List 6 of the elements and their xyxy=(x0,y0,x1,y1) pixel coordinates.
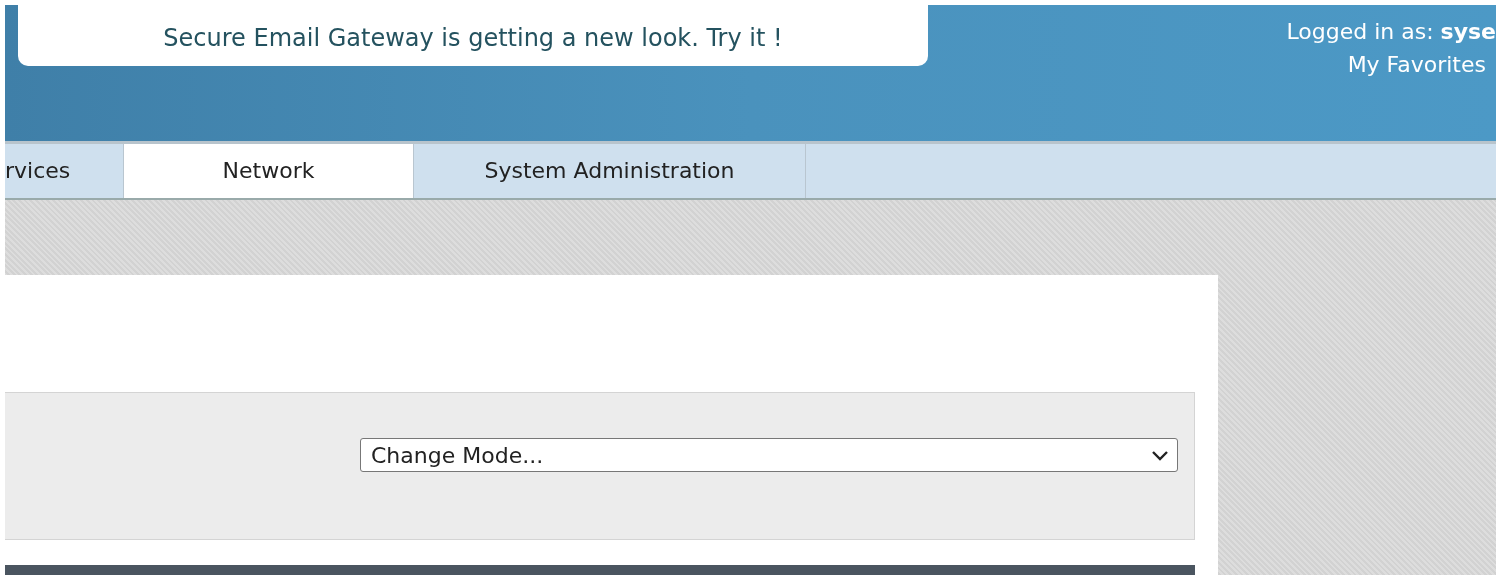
nav-tab[interactable]: Network xyxy=(124,143,414,198)
announcement-banner[interactable]: Secure Email Gateway is getting a new look. Try it ! xyxy=(18,5,928,66)
mode-dropdown[interactable]: Change Mode... xyxy=(360,438,1178,472)
nav-tab[interactable]: rvices xyxy=(5,143,124,198)
logged-in-user: Logged in as: syse xyxy=(1286,19,1496,44)
chevron-down-icon xyxy=(1151,449,1169,461)
